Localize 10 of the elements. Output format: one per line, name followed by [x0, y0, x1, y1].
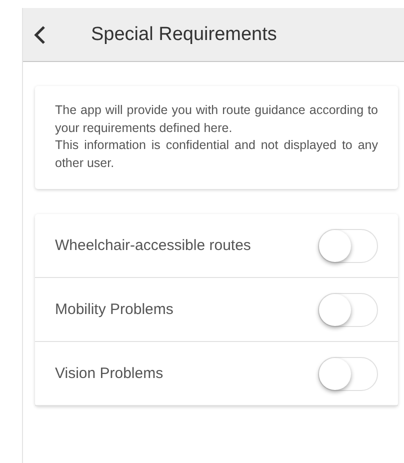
- info-text: This information is confidential and not displayed to any other user.: [55, 137, 378, 172]
- back-chevron-icon: [33, 24, 47, 44]
- toggle-switch[interactable]: [318, 292, 378, 326]
- page-title: Special Requirements: [91, 24, 277, 46]
- requirement-label: Wheelchair-accessible routes: [55, 237, 251, 254]
- toggle-switch[interactable]: [318, 356, 378, 390]
- toggle-switch[interactable]: [318, 228, 378, 262]
- requirement-label: Mobility Problems: [55, 301, 174, 318]
- requirement-label: Vision Problems: [55, 365, 164, 382]
- info-text: The app will provide you with route guidance according to your requirements defined here.: [55, 102, 378, 137]
